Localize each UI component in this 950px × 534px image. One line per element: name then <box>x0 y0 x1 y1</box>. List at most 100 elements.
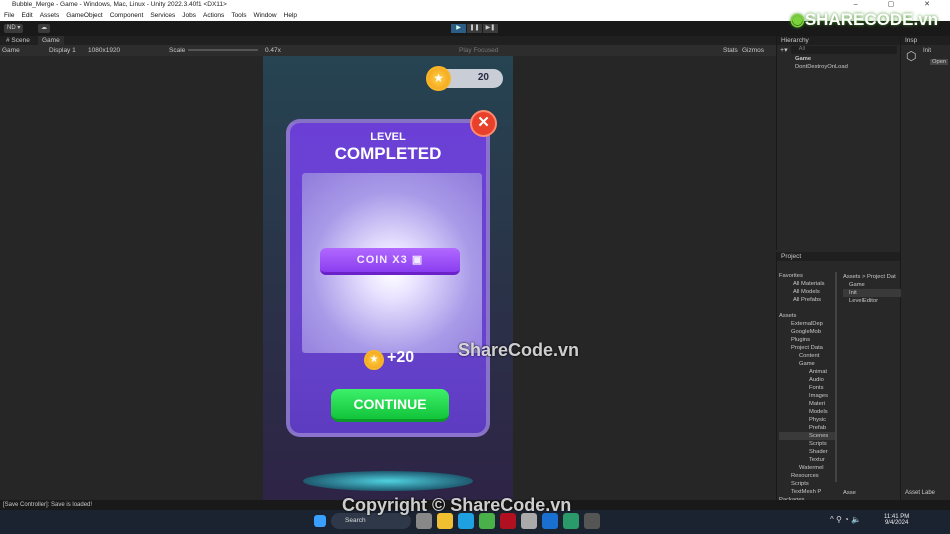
reward-coin-icon: ★ <box>364 350 384 370</box>
favorite-item[interactable]: All Prefabs <box>779 296 835 304</box>
coin-x3-label: COIN X3 <box>356 254 408 266</box>
assets-folder[interactable]: Assets <box>779 312 835 320</box>
account-button[interactable]: ND ▾ <box>4 24 24 33</box>
menu-jobs[interactable]: Jobs <box>182 10 196 21</box>
play-mode-dropdown[interactable]: Play Focused <box>459 45 498 56</box>
favorite-item[interactable]: All Materials <box>779 280 835 288</box>
reward-amount: +20 <box>387 349 415 366</box>
continue-button[interactable]: CONTINUE <box>331 389 449 422</box>
hierarchy-search[interactable]: All <box>790 46 897 54</box>
folder-item[interactable]: GoogleMob <box>779 328 835 336</box>
folder-item[interactable]: Shader <box>779 448 835 456</box>
scene-file[interactable]: Init <box>843 289 901 297</box>
folder-item[interactable]: Models <box>779 408 835 416</box>
menu-file[interactable]: File <box>4 10 14 21</box>
folder-item[interactable]: Materi <box>779 400 835 408</box>
level-complete-dialog: LEVEL COMPLETED COIN X3 ▣ ★ +20 CONTINUE <box>286 119 490 437</box>
folder-item[interactable]: Audio <box>779 376 835 384</box>
game-canvas[interactable]: 20 ★ LEVEL COMPLETED COIN X3 ▣ ★ +20 CON… <box>263 56 513 500</box>
menu-component[interactable]: Component <box>110 10 144 21</box>
scale-slider[interactable] <box>188 49 258 51</box>
folder-item[interactable]: Scripts <box>779 480 835 488</box>
play-button[interactable]: ▶ <box>451 24 466 33</box>
cube-icon: ⬡ <box>906 49 917 63</box>
unity-icon[interactable] <box>584 513 600 529</box>
windows-start-icon[interactable] <box>314 515 326 527</box>
folder-item[interactable]: Animat <box>779 368 835 376</box>
project-breadcrumb: Assets > Project Dat <box>843 274 896 280</box>
game-toolbar: Game Display 1 1080x1920 Scale 0.47x Pla… <box>0 45 776 56</box>
cloud-icon[interactable]: ☁ <box>38 24 50 33</box>
menu-window[interactable]: Window <box>254 10 277 21</box>
pause-button[interactable]: ❚❚ <box>467 24 482 33</box>
gizmos-button[interactable]: Gizmos <box>742 45 764 56</box>
folder-item[interactable]: Resources <box>779 472 835 480</box>
coin-x3-button[interactable]: COIN X3 ▣ <box>320 248 460 275</box>
window-title: Bubble_Merge - Game - Windows, Mac, Linu… <box>0 0 950 10</box>
folder-item[interactable]: TextMesh P <box>779 488 835 496</box>
tree-scrollbar[interactable] <box>835 272 837 482</box>
tab-scene[interactable]: # Scene <box>2 36 34 45</box>
folder-item[interactable]: Watermel <box>779 464 835 472</box>
coin-count: 20 <box>477 72 489 83</box>
menu-actions[interactable]: Actions <box>203 10 224 21</box>
display-dropdown[interactable]: Display 1 <box>49 45 76 56</box>
folder-item[interactable]: Physic <box>779 416 835 424</box>
inspector-title: Insp <box>901 36 950 45</box>
scale-value: 0.47x <box>265 47 281 54</box>
level-label: LEVEL <box>370 131 406 143</box>
add-icon[interactable]: +▾ <box>780 46 788 54</box>
folder-item[interactable]: Scripts <box>779 440 835 448</box>
close-button[interactable]: ✕ <box>470 110 497 137</box>
sharecode-logo: ◉SHARECODE.vn <box>790 10 939 29</box>
folder-item[interactable]: Plugins <box>779 336 835 344</box>
inspector-panel: Insp ⬡ Init Open Asset Labe <box>900 36 950 500</box>
menu-services[interactable]: Services <box>150 10 175 21</box>
favorite-item[interactable]: All Models <box>779 288 835 296</box>
view-tabs <box>0 36 776 45</box>
folder-item[interactable]: Game <box>779 360 835 368</box>
hierarchy-item-dontdestroy[interactable]: DontDestroyOnLoad <box>795 63 900 71</box>
folder-item[interactable]: ExternalDep <box>779 320 835 328</box>
window-controls[interactable]: – ▢ ✕ <box>854 0 944 8</box>
project-title: Project <box>777 252 900 261</box>
scene-file[interactable]: LevelEditor <box>843 297 901 305</box>
folder-item[interactable]: Fonts <box>779 384 835 392</box>
video-ad-icon: ▣ <box>411 254 424 266</box>
menu-gameobject[interactable]: GameObject <box>66 10 103 21</box>
scale-label: Scale <box>169 47 186 54</box>
platform-glow <box>303 471 473 491</box>
step-button[interactable]: ▶❚ <box>483 24 498 33</box>
scene-file[interactable]: Game <box>843 281 901 289</box>
menu-tools[interactable]: Tools <box>231 10 246 21</box>
folder-item-selected[interactable]: Scenes <box>779 432 835 440</box>
completed-title: COMPLETED <box>334 144 442 163</box>
open-button[interactable]: Open <box>930 59 949 65</box>
folder-item[interactable]: Images <box>779 392 835 400</box>
inspector-name: Init <box>923 48 932 54</box>
favorites-label[interactable]: Favorites <box>779 272 835 280</box>
folder-item[interactable]: Prefab <box>779 424 835 432</box>
tab-game[interactable]: Game <box>38 36 64 45</box>
taskbar-clock[interactable]: 11:41 PM 9/4/2024 <box>884 514 909 526</box>
watermark-copyright: Copyright © ShareCode.vn <box>342 495 572 515</box>
project-panel: Project Favorites All Materials All Mode… <box>776 252 901 503</box>
asset-size-slider[interactable]: Asse <box>843 490 856 496</box>
coin-icon: ★ <box>426 66 451 91</box>
folder-item[interactable]: Project Data <box>779 344 835 352</box>
hierarchy-panel: Hierarchy +▾ All Game DontDestroyOnLoad <box>776 36 900 250</box>
menu-help[interactable]: Help <box>284 10 297 21</box>
menu-edit[interactable]: Edit <box>21 10 32 21</box>
watermark-center: ShareCode.vn <box>458 340 580 360</box>
hierarchy-item-game[interactable]: Game <box>795 55 900 63</box>
display-mode-dropdown[interactable]: Game <box>2 45 20 56</box>
hierarchy-title: Hierarchy <box>777 36 900 45</box>
menu-assets[interactable]: Assets <box>40 10 60 21</box>
tray-icons[interactable]: ^ ⚲ ◔ 🔈 <box>830 515 861 524</box>
asset-labels: Asset Labe <box>905 490 936 496</box>
stats-button[interactable]: Stats <box>723 45 738 56</box>
folder-item[interactable]: Content <box>779 352 835 360</box>
resolution-dropdown[interactable]: 1080x1920 <box>88 45 120 56</box>
folder-item[interactable]: Textur <box>779 456 835 464</box>
play-controls: ▶ ❚❚ ▶❚ <box>451 24 498 33</box>
